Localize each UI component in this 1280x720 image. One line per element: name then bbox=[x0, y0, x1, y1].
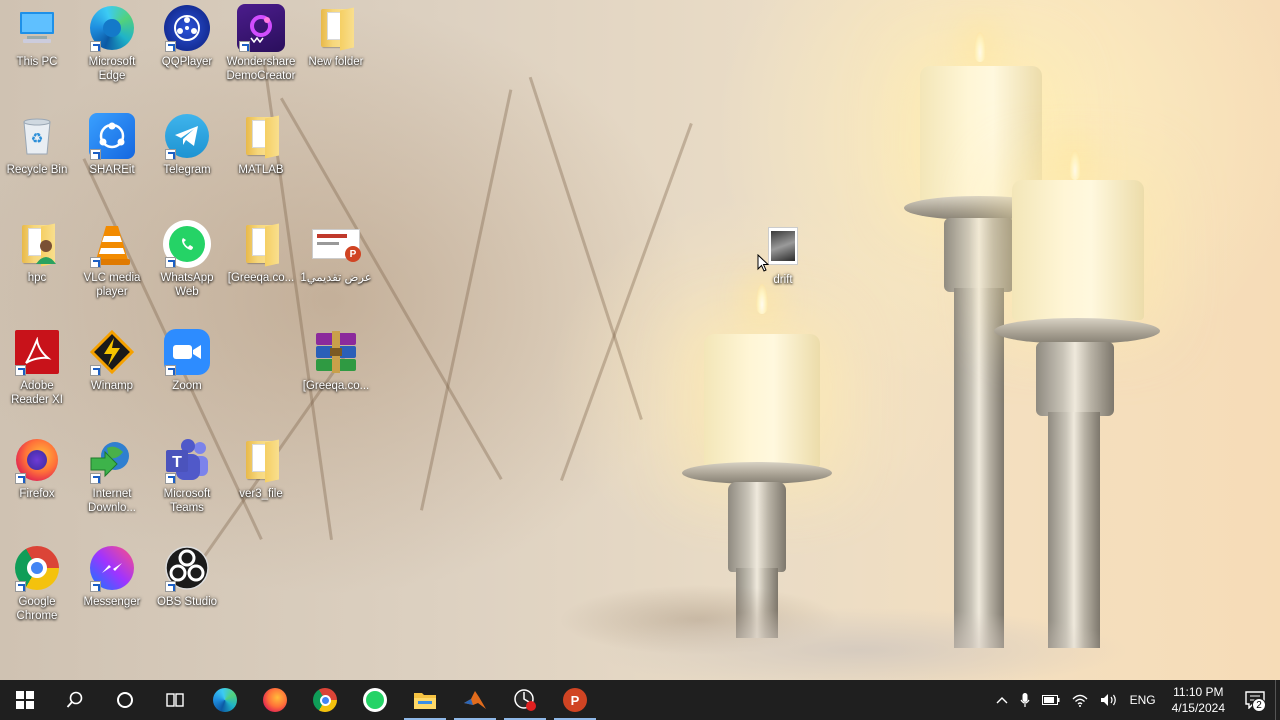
desktop-icon-adobe-reader[interactable]: Adobe Reader XI bbox=[0, 328, 74, 432]
firefox-icon bbox=[13, 436, 61, 484]
user-folder-icon bbox=[13, 220, 61, 268]
task-view-icon bbox=[166, 693, 184, 707]
battery-tray-button[interactable] bbox=[1036, 680, 1066, 720]
desktop-icon-messenger[interactable]: Messenger bbox=[75, 544, 149, 648]
desktop-icon-winamp[interactable]: Winamp bbox=[75, 328, 149, 432]
messenger-icon bbox=[88, 544, 136, 592]
battery-icon bbox=[1041, 695, 1060, 705]
folder-icon bbox=[312, 4, 360, 52]
edge-icon bbox=[88, 4, 136, 52]
taskbar-powerpoint[interactable]: P bbox=[550, 680, 600, 720]
clock-button[interactable]: 11:10 PM 4/15/2024 bbox=[1162, 684, 1235, 716]
taskbar-edge[interactable] bbox=[200, 680, 250, 720]
folder-icon bbox=[237, 436, 285, 484]
desktop-area: This PC ♻ Recycle Bin hpc Adobe Reader X… bbox=[0, 0, 1280, 680]
taskbar-firefox[interactable] bbox=[250, 680, 300, 720]
folder-icon bbox=[237, 220, 285, 268]
microphone-icon bbox=[1020, 693, 1030, 707]
firefox-icon bbox=[263, 688, 287, 712]
desktop-icon-internet-download-manager[interactable]: Internet Downlo... bbox=[75, 436, 149, 540]
recorder-icon bbox=[514, 689, 536, 711]
zoom-icon bbox=[163, 328, 211, 376]
desktop-icon-this-pc[interactable]: This PC bbox=[0, 4, 74, 108]
start-button[interactable] bbox=[0, 680, 50, 720]
svg-text:♻: ♻ bbox=[31, 130, 44, 146]
show-hidden-icons-button[interactable] bbox=[990, 680, 1014, 720]
vlc-icon bbox=[88, 220, 136, 268]
desktop-icon-greeqa-folder[interactable]: [Greeqa.co... bbox=[224, 220, 298, 324]
system-tray: ENG 11:10 PM 4/15/2024 2 bbox=[990, 680, 1280, 720]
desktop-icon-hpc[interactable]: hpc bbox=[0, 220, 74, 324]
winamp-icon bbox=[88, 328, 136, 376]
input-language-button[interactable]: ENG bbox=[1124, 680, 1162, 720]
edge-icon bbox=[213, 688, 237, 712]
desktop-icon-zoom[interactable]: Zoom bbox=[150, 328, 224, 432]
action-center-button[interactable]: 2 bbox=[1235, 680, 1275, 720]
svg-text:T: T bbox=[172, 454, 182, 471]
shareit-icon bbox=[88, 112, 136, 160]
powerpoint-icon: P bbox=[563, 688, 587, 712]
desktop-icon-ver3-file-folder[interactable]: ver3_file bbox=[224, 436, 298, 540]
notification-count-badge: 2 bbox=[1252, 698, 1266, 712]
qqplayer-icon bbox=[163, 4, 211, 52]
desktop-icon-telegram[interactable]: Telegram bbox=[150, 112, 224, 216]
show-desktop-button[interactable] bbox=[1275, 680, 1280, 720]
powerpoint-file-icon: P bbox=[312, 220, 361, 268]
desktop-icon-presentation-file[interactable]: P عرض تقديمي1 bbox=[299, 220, 373, 324]
speaker-icon bbox=[1100, 694, 1116, 706]
chevron-up-icon bbox=[996, 697, 1008, 704]
wifi-icon bbox=[1072, 694, 1088, 707]
matlab-icon bbox=[464, 691, 486, 709]
mouse-cursor-icon bbox=[757, 254, 769, 272]
desktop-icon-firefox[interactable]: Firefox bbox=[0, 436, 74, 540]
file-explorer-icon bbox=[414, 693, 436, 709]
chrome-icon bbox=[313, 688, 337, 712]
microphone-tray-button[interactable] bbox=[1014, 680, 1036, 720]
folder-icon bbox=[237, 112, 285, 160]
wifi-tray-button[interactable] bbox=[1066, 680, 1094, 720]
chrome-icon bbox=[13, 544, 61, 592]
taskbar-matlab[interactable] bbox=[450, 680, 500, 720]
desktop-icon-drift[interactable]: drift bbox=[746, 222, 820, 326]
taskbar-screen-recorder[interactable] bbox=[500, 680, 550, 720]
desktop-icon-obs-studio[interactable]: OBS Studio bbox=[150, 544, 224, 648]
winrar-archive-icon bbox=[312, 328, 360, 376]
taskbar-file-explorer[interactable] bbox=[400, 680, 450, 720]
taskbar-chrome[interactable] bbox=[300, 680, 350, 720]
desktop-icon-whatsapp-web[interactable]: WhatsApp Web bbox=[150, 220, 224, 324]
whatsapp-icon bbox=[163, 220, 211, 268]
search-button[interactable] bbox=[50, 680, 100, 720]
obs-icon bbox=[163, 544, 211, 592]
desktop-icon-microsoft-teams[interactable]: T Microsoft Teams bbox=[150, 436, 224, 540]
desktop-icon-recycle-bin[interactable]: ♻ Recycle Bin bbox=[0, 112, 74, 216]
desktop-icon-greeqa-archive[interactable]: [Greeqa.co... bbox=[299, 328, 373, 432]
clock-date: 4/15/2024 bbox=[1171, 701, 1225, 715]
this-pc-icon bbox=[13, 4, 61, 52]
internet-download-manager-icon bbox=[88, 436, 136, 484]
windows-logo-icon bbox=[16, 691, 34, 709]
cortana-button[interactable] bbox=[100, 680, 150, 720]
teams-icon: T bbox=[163, 436, 211, 484]
desktop-icon-qqplayer[interactable]: QQPlayer bbox=[150, 4, 224, 108]
volume-tray-button[interactable] bbox=[1094, 680, 1124, 720]
democreator-icon bbox=[237, 4, 285, 52]
whatsapp-icon bbox=[363, 688, 387, 712]
desktop-icon-wondershare-democreator[interactable]: Wondershare DemoCreator bbox=[224, 4, 298, 108]
telegram-icon bbox=[163, 112, 211, 160]
taskbar-whatsapp[interactable] bbox=[350, 680, 400, 720]
desktop-icon-matlab-folder[interactable]: MATLAB bbox=[224, 112, 298, 216]
desktop-icon-google-chrome[interactable]: Google Chrome bbox=[0, 544, 74, 648]
search-icon bbox=[66, 691, 83, 708]
desktop-icon-new-folder[interactable]: New folder bbox=[299, 4, 373, 108]
adobe-reader-icon bbox=[13, 328, 61, 376]
cortana-circle-icon bbox=[117, 692, 133, 708]
task-view-button[interactable] bbox=[150, 680, 200, 720]
clock-time: 11:10 PM bbox=[1173, 685, 1224, 699]
desktop-icon-shareit[interactable]: SHAREit bbox=[75, 112, 149, 216]
taskbar: P ENG 11:10 PM 4/15/2024 2 bbox=[0, 680, 1280, 720]
recycle-bin-icon: ♻ bbox=[13, 112, 61, 160]
desktop-icon-microsoft-edge[interactable]: Microsoft Edge bbox=[75, 4, 149, 108]
desktop-icon-vlc[interactable]: VLC media player bbox=[75, 220, 149, 324]
